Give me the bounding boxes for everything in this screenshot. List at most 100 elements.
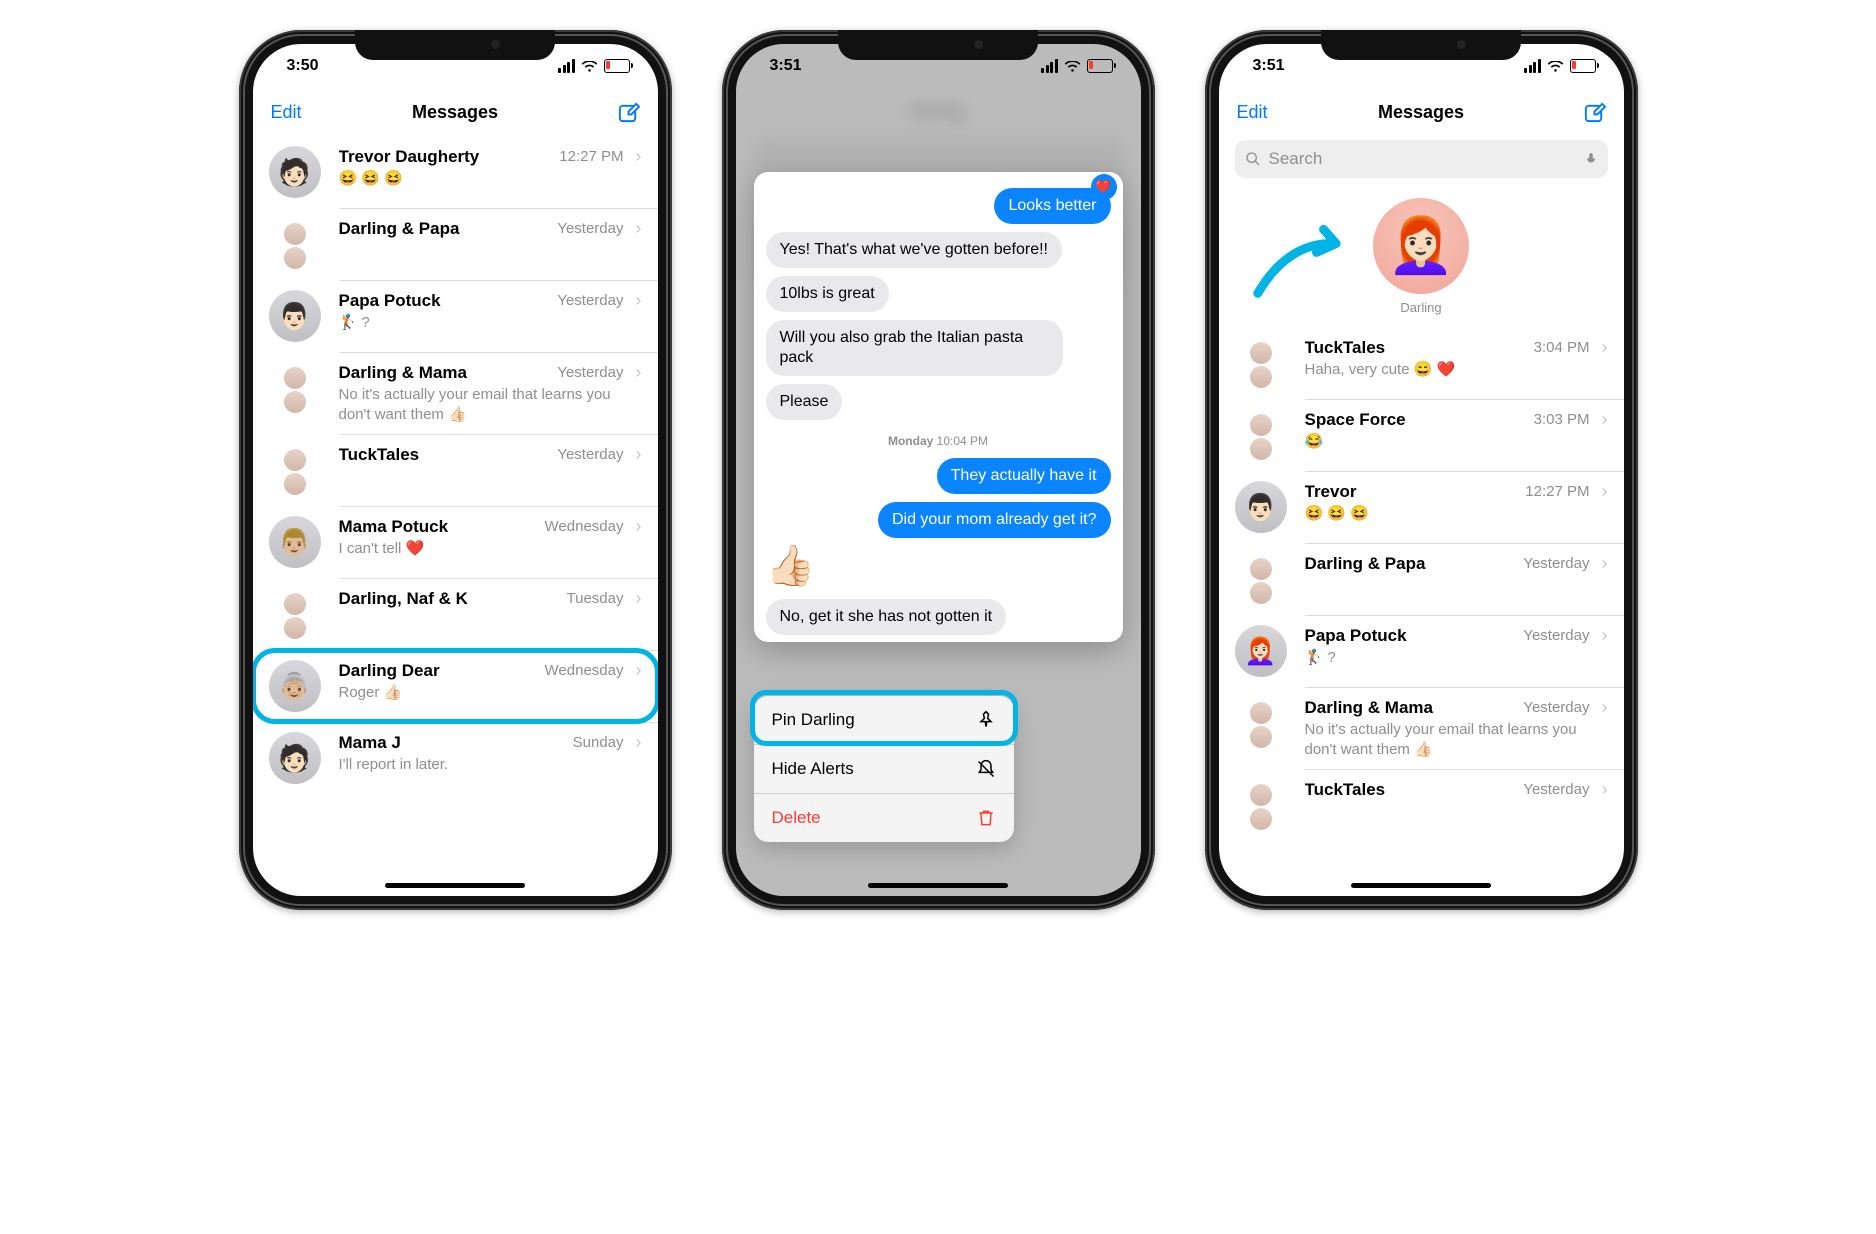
contact-avatar: [269, 588, 321, 640]
conversation-name: Darling & Papa: [1305, 554, 1516, 574]
chevron-right-icon: ›: [1602, 337, 1608, 358]
context-menu-hide-alerts[interactable]: Hide Alerts: [754, 744, 1014, 793]
chevron-right-icon: ›: [636, 588, 642, 609]
home-indicator[interactable]: [385, 883, 525, 888]
message-bubble-received: Yes! That's what we've gotten before!!: [766, 232, 1063, 268]
conversation-list[interactable]: TuckTales3:04 PM›Haha, very cute 😄 ❤️Spa…: [1219, 327, 1624, 841]
conversation-row[interactable]: 👨🏼Mama PotuckWednesday›I can't tell ❤️: [253, 506, 658, 578]
contact-avatar: [1235, 697, 1287, 749]
trash-icon: [976, 808, 996, 828]
conversation-time: Yesterday: [1523, 555, 1589, 572]
pin-icon: [976, 710, 996, 730]
contact-avatar: [269, 444, 321, 496]
context-menu: Pin Darling Hide Alerts Delete: [754, 696, 1014, 842]
page-title: Messages: [412, 102, 498, 123]
conversation-name: Darling & Papa: [339, 219, 550, 239]
chevron-right-icon: ›: [636, 362, 642, 383]
conversation-name: Darling & Mama: [1305, 698, 1516, 718]
message-bubble-received: No, get it she has not gotten it: [766, 599, 1007, 635]
pinned-conversations: 👩🏻‍🦰 Darling: [1219, 188, 1624, 327]
battery-low-icon: [604, 59, 630, 73]
edit-button[interactable]: Edit: [1237, 102, 1297, 123]
pinned-contact[interactable]: 👩🏻‍🦰 Darling: [1373, 198, 1469, 315]
status-time: 3:50: [287, 57, 319, 75]
conversation-time: 12:27 PM: [1525, 483, 1589, 500]
home-indicator[interactable]: [1351, 883, 1491, 888]
conversation-row[interactable]: 🧑🏻Mama JSunday›I'll report in later.: [253, 722, 658, 794]
conversation-name: Trevor: [1305, 482, 1518, 502]
context-menu-pin[interactable]: Pin Darling: [754, 696, 1014, 744]
conversation-name: Darling Dear: [339, 661, 537, 681]
contact-avatar: [1235, 337, 1287, 389]
wifi-icon: [1547, 60, 1564, 72]
conversation-row[interactable]: 👨🏻Papa PotuckYesterday›🏌️ ?: [253, 280, 658, 352]
chevron-right-icon: ›: [1602, 779, 1608, 800]
phone-2: Darling 3:51 Looks better ❤️ Yes! That: [722, 30, 1155, 910]
battery-low-icon: [1087, 59, 1113, 73]
conversation-name: TuckTales: [1305, 338, 1526, 358]
conversation-row[interactable]: TuckTalesYesterday›: [253, 434, 658, 506]
chevron-right-icon: ›: [636, 290, 642, 311]
edit-button[interactable]: Edit: [271, 102, 331, 123]
conversation-preview: 🏌️ ?: [339, 313, 642, 333]
context-menu-delete[interactable]: Delete: [754, 793, 1014, 842]
compose-icon[interactable]: [617, 101, 640, 124]
message-bubble-sent: Did your mom already get it?: [878, 502, 1111, 538]
chevron-right-icon: ›: [636, 218, 642, 239]
conversation-row[interactable]: Darling & Papa Yesterday ›: [253, 208, 658, 280]
conversation-row[interactable]: 👵🏼Darling DearWednesday›Roger 👍🏻: [253, 650, 658, 722]
pinned-label: Darling: [1400, 300, 1441, 315]
conversation-list[interactable]: 🧑🏻Trevor Daugherty12:27 PM›😆 😆 😆Darling …: [253, 136, 658, 794]
cellular-icon: [558, 59, 575, 73]
conversation-name: TuckTales: [1305, 780, 1516, 800]
conversation-time: Wednesday: [545, 662, 624, 679]
conversation-row[interactable]: Space Force3:03 PM›😂: [1219, 399, 1624, 471]
conversation-row[interactable]: TuckTales3:04 PM›Haha, very cute 😄 ❤️: [1219, 327, 1624, 399]
conversation-row[interactable]: TuckTales Yesterday ›: [1219, 769, 1624, 841]
conversation-row[interactable]: Darling & MamaYesterday›No it's actually…: [253, 352, 658, 434]
tapback-heart-icon: ❤️: [1091, 174, 1117, 200]
chevron-right-icon: ›: [636, 146, 642, 167]
search-input[interactable]: [1267, 148, 1578, 170]
status-time: 3:51: [1253, 57, 1285, 75]
conversation-time: Yesterday: [1523, 627, 1589, 644]
annotation-arrow: [1249, 224, 1359, 309]
conversation-row[interactable]: Darling, Naf & KTuesday›: [253, 578, 658, 650]
conversation-time: Yesterday: [557, 292, 623, 309]
compose-icon[interactable]: [1583, 101, 1606, 124]
microphone-icon[interactable]: [1584, 150, 1598, 168]
nav-bar: Edit Messages: [253, 88, 658, 136]
conversation-row[interactable]: Darling & Papa Yesterday ›: [1219, 543, 1624, 615]
chevron-right-icon: ›: [636, 516, 642, 537]
chevron-right-icon: ›: [636, 444, 642, 465]
conversation-name: Darling & Mama: [339, 363, 550, 383]
status-time: 3:51: [770, 57, 802, 75]
conversation-row[interactable]: Darling & MamaYesterday›No it's actually…: [1219, 687, 1624, 769]
conversation-preview: 😂: [1305, 432, 1608, 452]
chevron-right-icon: ›: [1602, 625, 1608, 646]
contact-avatar: 🧑🏻: [269, 732, 321, 784]
conversation-preview: 🏌️ ?: [1305, 648, 1608, 668]
conversation-row[interactable]: 👩🏻‍🦰Papa PotuckYesterday›🏌️ ?: [1219, 615, 1624, 687]
conversation-time: Yesterday: [557, 220, 623, 237]
search-icon: [1245, 151, 1261, 167]
search-field[interactable]: [1235, 140, 1608, 178]
message-bubble-received: Please: [766, 384, 843, 420]
contact-avatar: [1235, 779, 1287, 831]
conversation-row[interactable]: 🧑🏻Trevor Daugherty12:27 PM›😆 😆 😆: [253, 136, 658, 208]
conversation-time: 3:03 PM: [1534, 411, 1590, 428]
conversation-name: Trevor Daugherty: [339, 147, 552, 167]
battery-low-icon: [1570, 59, 1596, 73]
contact-avatar: [269, 218, 321, 270]
message-bubble-sent: They actually have it: [937, 458, 1111, 494]
cellular-icon: [1524, 59, 1541, 73]
conversation-name: Darling, Naf & K: [339, 589, 559, 609]
phone-1: 3:50 Edit Messages 🧑🏻Trevor Daugherty12:…: [239, 30, 672, 910]
conversation-name: Mama J: [339, 733, 565, 753]
conversation-preview: 😆 😆 😆: [1305, 504, 1608, 524]
conversation-row[interactable]: 👨🏻Trevor12:27 PM›😆 😆 😆: [1219, 471, 1624, 543]
home-indicator[interactable]: [868, 883, 1008, 888]
conversation-time: Yesterday: [1523, 781, 1589, 798]
conversation-preview-card[interactable]: Looks better ❤️ Yes! That's what we've g…: [754, 172, 1123, 642]
chevron-right-icon: ›: [1602, 553, 1608, 574]
